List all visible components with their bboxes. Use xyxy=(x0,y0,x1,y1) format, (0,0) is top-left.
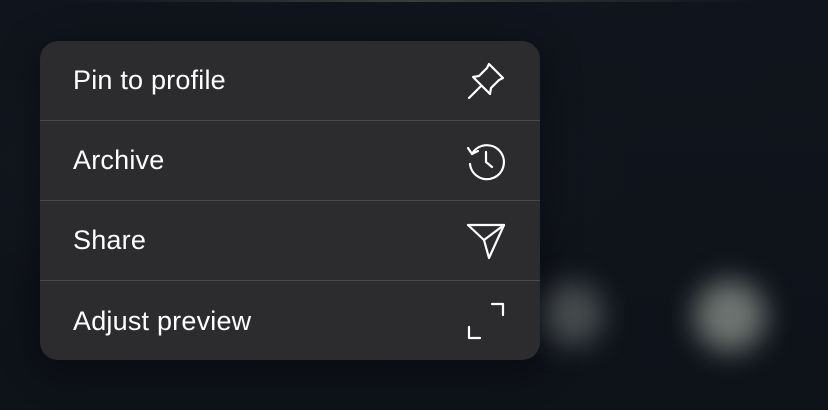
menu-item-archive[interactable]: Archive xyxy=(40,121,540,201)
blurred-backdrop-dot xyxy=(540,282,604,346)
expand-corners-icon xyxy=(464,299,508,343)
pin-icon xyxy=(464,59,508,103)
blurred-backdrop-dot xyxy=(694,280,766,352)
menu-item-adjust-preview[interactable]: Adjust preview xyxy=(40,281,540,360)
menu-item-label: Adjust preview xyxy=(73,305,252,336)
context-menu: Pin to profile Archive Share Adjust prev… xyxy=(40,41,540,360)
menu-item-label: Pin to profile xyxy=(73,65,226,95)
menu-item-label: Share xyxy=(73,225,147,255)
menu-item-label: Archive xyxy=(73,145,165,175)
blurred-backdrop-edge xyxy=(70,0,760,2)
menu-item-share[interactable]: Share xyxy=(40,201,540,281)
send-icon xyxy=(464,219,508,263)
archive-clock-icon xyxy=(464,139,508,183)
menu-item-pin-to-profile[interactable]: Pin to profile xyxy=(40,41,540,121)
